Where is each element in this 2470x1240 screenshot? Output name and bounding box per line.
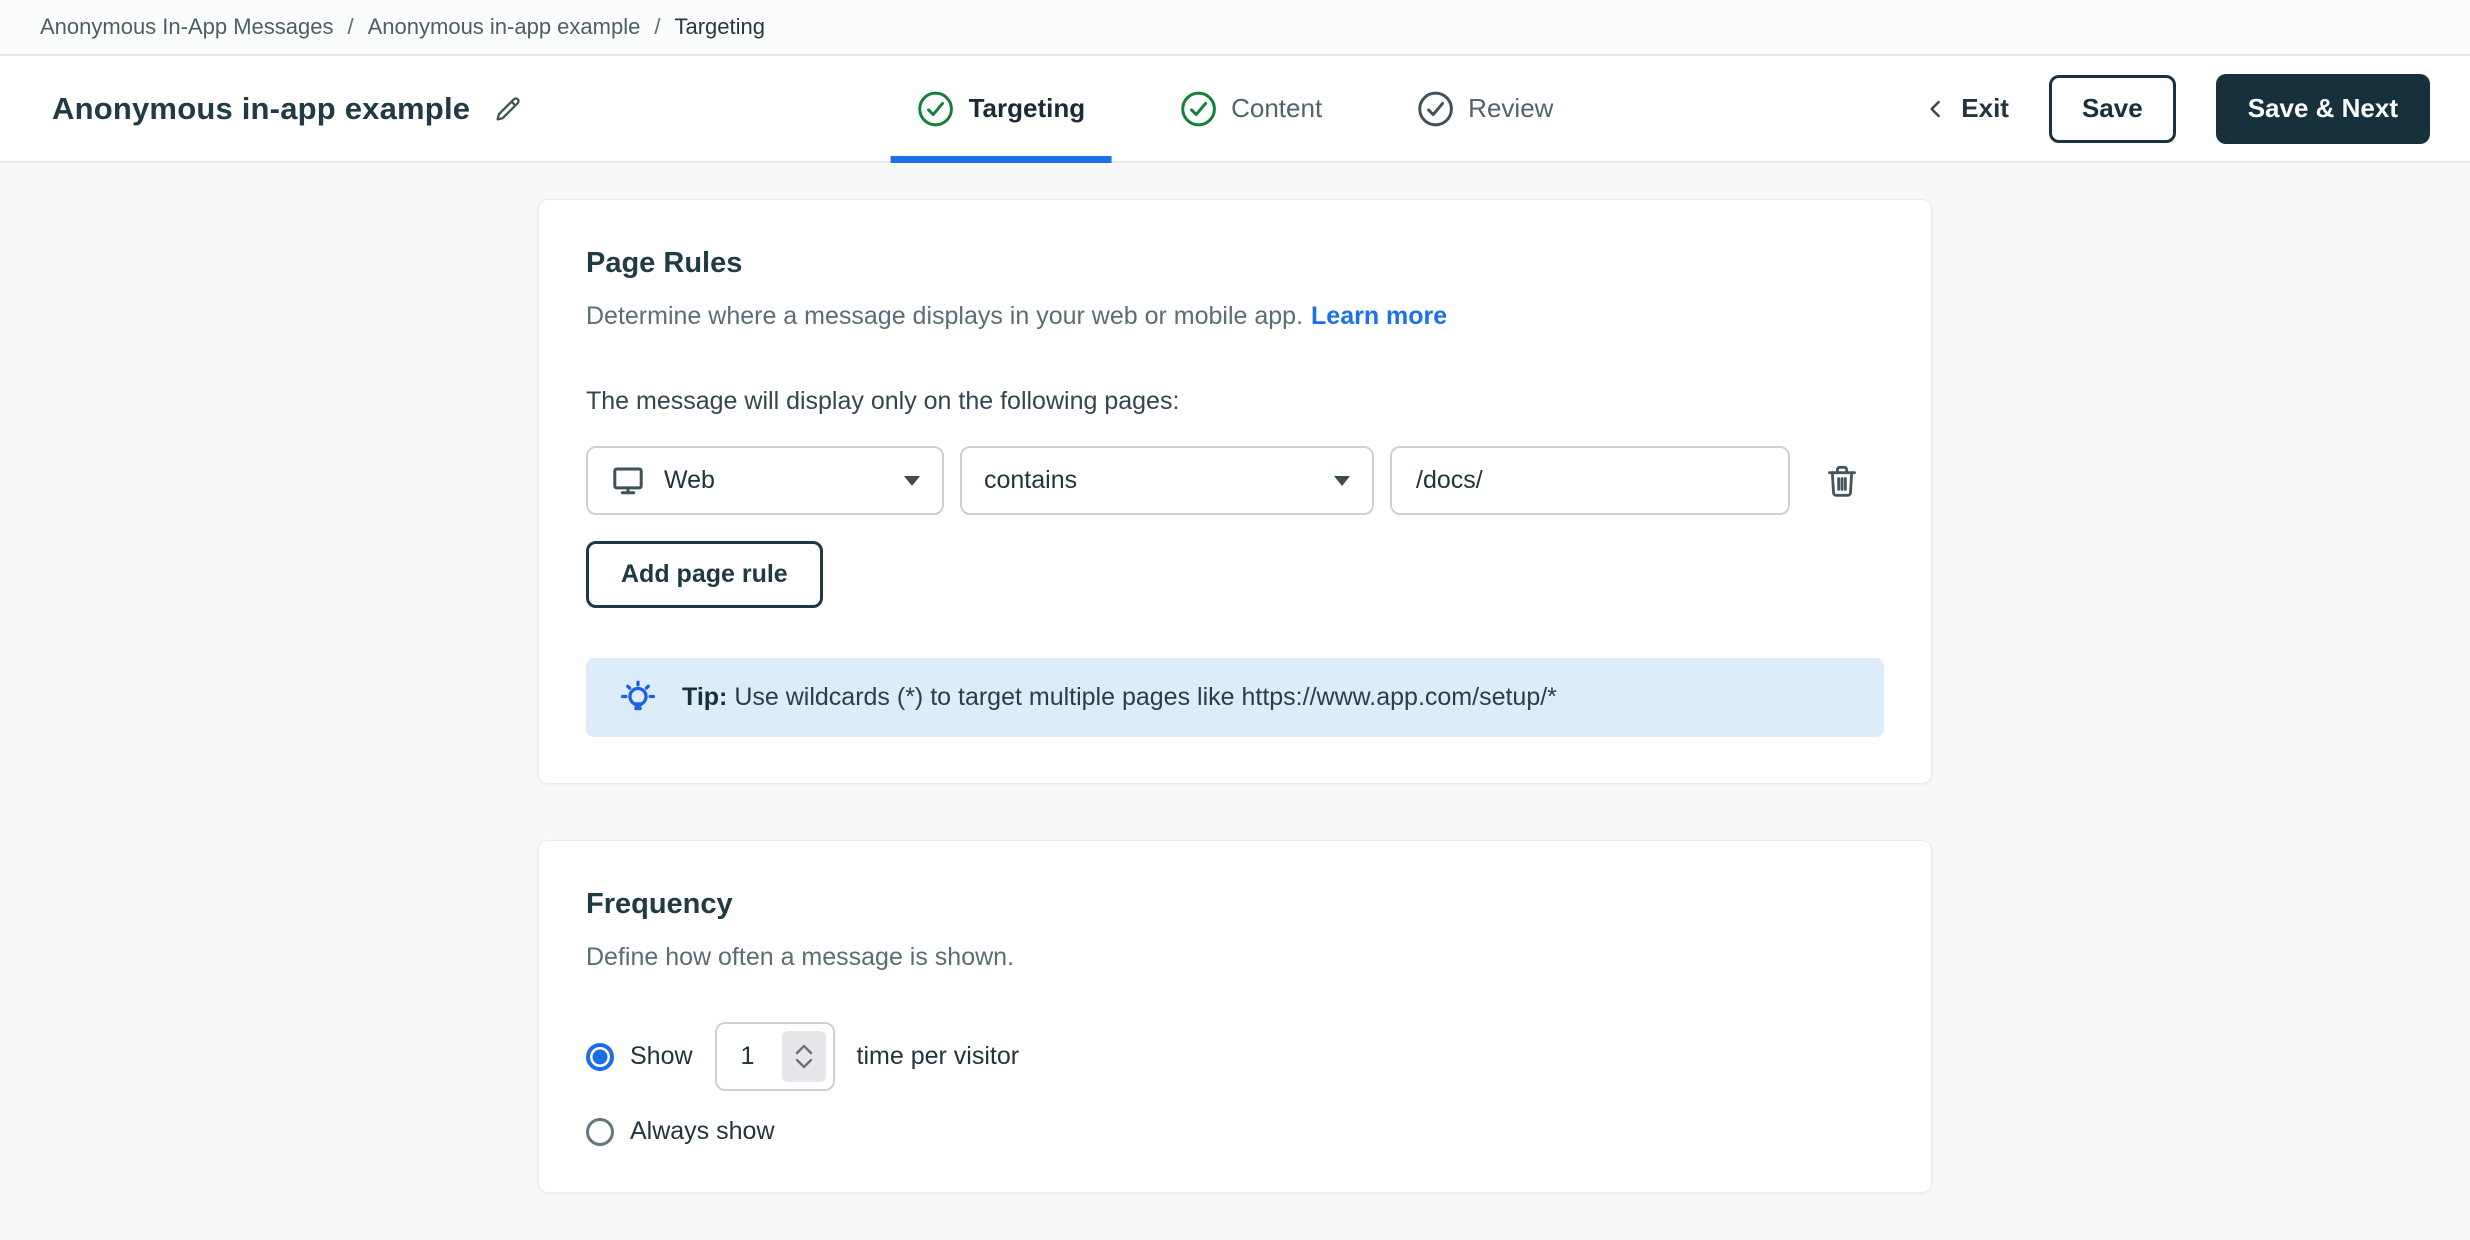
radio-selected-icon[interactable] — [586, 1042, 614, 1071]
header-actions: Exit Save Save & Next — [1923, 73, 2430, 144]
tab-label: Review — [1468, 93, 1554, 123]
tip-banner: Tip: Use wildcards (*) to target multipl… — [586, 658, 1884, 737]
page-rules-title: Page Rules — [586, 247, 743, 279]
radio-unselected-icon[interactable] — [586, 1117, 614, 1146]
caret-down-icon — [1334, 475, 1350, 486]
page-title: Anonymous in-app example — [52, 90, 471, 126]
learn-more-link[interactable]: Learn more — [1311, 302, 1447, 330]
check-circle-icon — [1416, 90, 1454, 128]
operator-select[interactable]: contains — [960, 446, 1374, 515]
tab-label: Targeting — [968, 93, 1086, 123]
tab-review[interactable]: Review — [1416, 56, 1553, 161]
operator-select-value: contains — [984, 466, 1078, 494]
breadcrumb-item-example[interactable]: Anonymous in-app example — [368, 14, 641, 40]
chevron-down-icon[interactable] — [795, 1058, 813, 1069]
frequency-option-always[interactable]: Always show — [586, 1117, 1884, 1146]
frequency-option-show[interactable]: Show time per visitor — [586, 1022, 1884, 1091]
tab-label: Content — [1231, 93, 1323, 123]
tab-content[interactable]: Content — [1179, 56, 1322, 161]
breadcrumb-separator: / — [347, 14, 354, 39]
breadcrumb-separator: / — [654, 14, 661, 39]
tab-targeting[interactable]: Targeting — [890, 56, 1111, 163]
tip-label: Tip: — [682, 683, 728, 711]
platform-select-value: Web — [664, 466, 715, 494]
trash-icon — [1822, 461, 1862, 501]
breadcrumb-item-targeting: Targeting — [674, 14, 765, 39]
check-circle-icon — [917, 90, 955, 128]
edit-title-button[interactable] — [492, 93, 524, 125]
caret-down-icon — [904, 475, 920, 486]
tip-text: Use wildcards (*) to target multiple pag… — [734, 683, 1557, 711]
times-per-visitor-label: time per visitor — [856, 1042, 1020, 1070]
page-url-input[interactable] — [1390, 446, 1790, 515]
chevron-up-icon[interactable] — [795, 1044, 813, 1055]
page-rules-description: Determine where a message displays in yo… — [586, 302, 1304, 330]
page-rules-condition-intro: The message will display only on the fol… — [586, 387, 1180, 415]
exit-button[interactable]: Exit — [1923, 93, 2009, 124]
workflow-header: Anonymous in-app example Targeting Conte… — [0, 56, 2470, 163]
add-page-rule-button[interactable]: Add page rule — [586, 541, 823, 608]
chevron-left-icon — [1923, 96, 1949, 122]
save-button[interactable]: Save — [2048, 74, 2176, 143]
stepper-buttons[interactable] — [781, 1031, 826, 1082]
step-tabs: Targeting Content Review — [890, 56, 1553, 163]
lightbulb-icon — [616, 676, 660, 720]
monitor-icon — [610, 463, 646, 499]
save-next-button[interactable]: Save & Next — [2215, 73, 2430, 144]
platform-select[interactable]: Web — [586, 446, 944, 515]
frequency-description: Define how often a message is shown. — [586, 943, 1015, 971]
page-rules-card: Page Rules Determine where a message dis… — [538, 199, 1932, 784]
page-rule-row: Web contains — [586, 446, 1884, 515]
pencil-icon — [492, 93, 524, 125]
show-label: Show — [630, 1042, 693, 1070]
frequency-title: Frequency — [586, 888, 733, 920]
check-circle-icon — [1179, 90, 1217, 128]
exit-label: Exit — [1961, 93, 2009, 123]
always-show-label: Always show — [630, 1117, 775, 1145]
breadcrumb: Anonymous In-App Messages / Anonymous in… — [0, 0, 2470, 56]
delete-rule-button[interactable] — [1822, 461, 1862, 501]
main-content: Page Rules Determine where a message dis… — [0, 163, 2470, 1193]
frequency-card: Frequency Define how often a message is … — [538, 840, 1932, 1193]
times-stepper — [714, 1022, 835, 1091]
breadcrumb-item-messages[interactable]: Anonymous In-App Messages — [40, 14, 334, 40]
